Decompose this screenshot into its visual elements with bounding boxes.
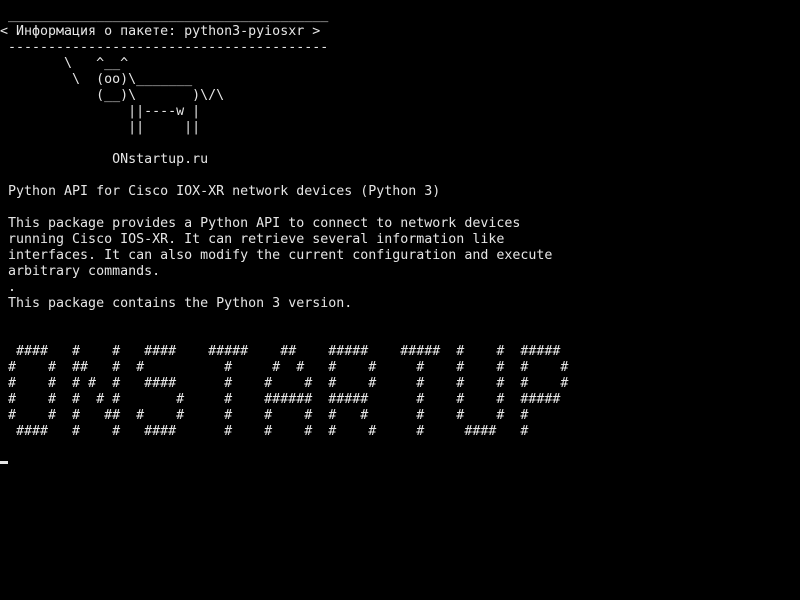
banner-art-line: # # # # # #### # # # # # # # # # # — [0, 376, 569, 391]
banner-art-line: # # # # # # # ###### ##### # # # ##### — [0, 392, 561, 407]
package-description-line: This package contains the Python 3 versi… — [0, 296, 353, 311]
cowsay-border-top: ________________________________________ — [0, 8, 329, 23]
package-summary: Python API for Cisco IOX-XR network devi… — [0, 184, 441, 199]
cowsay-message: < Информация о пакете: python3-pyiosxr > — [0, 24, 321, 39]
cow-art-line: \ (oo)\_______ — [0, 72, 193, 87]
site-name: ONstartup.ru — [0, 152, 209, 167]
package-description-line: . — [0, 280, 17, 295]
cow-art-line: || || — [0, 120, 201, 135]
banner-art-line: #### # # #### ##### ## ##### ##### # # #… — [0, 344, 561, 359]
text-cursor — [0, 461, 8, 464]
package-description-line: arbitrary commands. — [0, 264, 161, 279]
banner-art-line: # # # ## # # # # # # # # # # # — [0, 408, 529, 423]
banner-art-line: #### # # #### # # # # # # #### # — [0, 424, 529, 439]
cow-art-line: (__)\ )\/\ — [0, 88, 225, 103]
terminal-screen[interactable]: ________________________________________… — [0, 0, 800, 600]
cow-art-line: \ ^__^ — [0, 56, 129, 71]
banner-art-line: # # ## # # # # # # # # # # # # — [0, 360, 569, 375]
cowsay-border-bottom: ---------------------------------------- — [0, 40, 329, 55]
terminal-output: ________________________________________… — [0, 8, 568, 440]
package-description-line: interfaces. It can also modify the curre… — [0, 248, 553, 263]
cow-art-line: ||----w | — [0, 104, 201, 119]
package-description-line: This package provides a Python API to co… — [0, 216, 521, 231]
package-description-line: running Cisco IOS-XR. It can retrieve se… — [0, 232, 505, 247]
